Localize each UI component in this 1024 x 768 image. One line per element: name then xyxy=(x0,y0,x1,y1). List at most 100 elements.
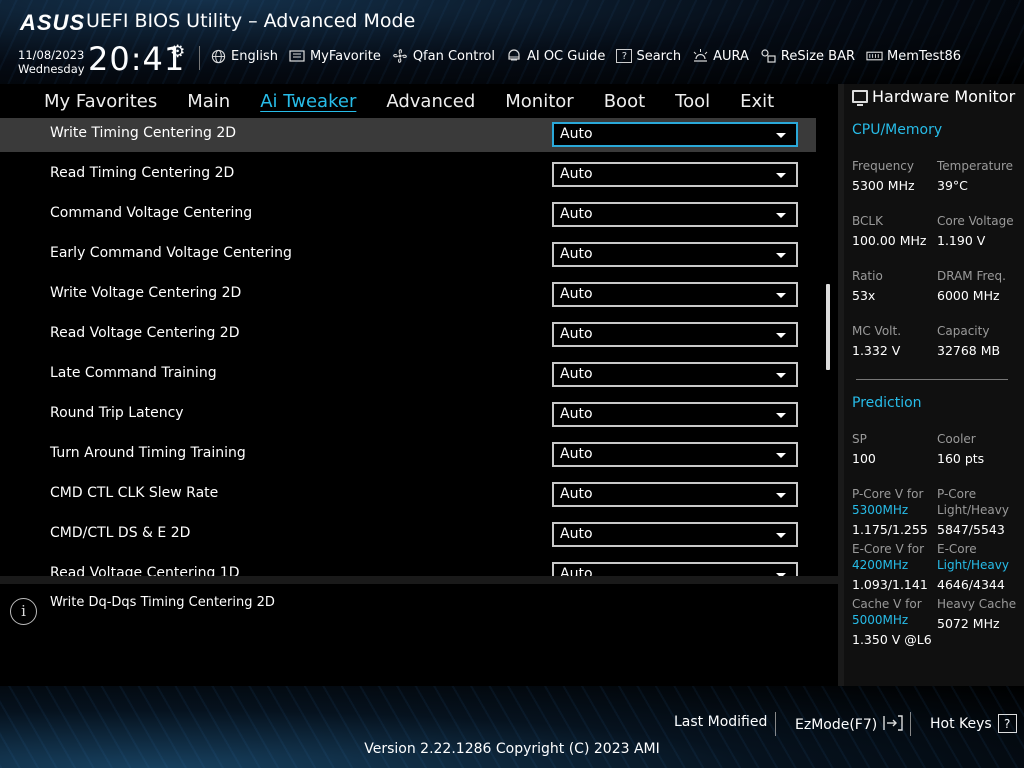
cooler-label: Cooler xyxy=(937,432,976,446)
setting-dropdown[interactable]: Auto xyxy=(552,362,798,387)
toolbar-memtest86[interactable]: MemTest86 xyxy=(866,48,961,65)
last-modified-button[interactable]: Last Modified xyxy=(674,714,767,730)
setting-row[interactable]: Early Command Voltage Centering Auto xyxy=(0,238,816,272)
setting-label: Early Command Voltage Centering xyxy=(50,245,292,261)
version-text: Version 2.22.1286 Copyright (C) 2023 AMI xyxy=(364,741,660,757)
caret-down-icon xyxy=(776,133,786,138)
setting-dropdown[interactable]: Auto xyxy=(552,522,798,547)
setting-row[interactable]: Write Voltage Centering 2D Auto xyxy=(0,278,816,312)
cache-v-label-text: Cache V for xyxy=(852,597,922,611)
footer-divider xyxy=(775,712,776,736)
toolbar-ai-oc-label: AI OC Guide xyxy=(526,48,606,64)
bclk-value: 100.00 MHz xyxy=(852,233,927,248)
top-header: ASUS UEFI BIOS Utility – Advanced Mode 1… xyxy=(0,0,1024,84)
dropdown-value: Auto xyxy=(560,406,593,422)
hot-keys-button[interactable]: Hot Keys ? xyxy=(930,714,1017,733)
memtest-icon xyxy=(866,48,883,65)
setting-row[interactable]: Read Voltage Centering 2D Auto xyxy=(0,318,816,352)
info-icon: i xyxy=(10,598,37,625)
setting-dropdown[interactable]: Auto xyxy=(552,202,798,227)
setting-row[interactable]: CMD CTL CLK Slew Rate Auto xyxy=(0,478,816,512)
toolbar-myfavorite-label: MyFavorite xyxy=(309,48,381,64)
dropdown-value: Auto xyxy=(560,246,593,262)
capacity-label: Capacity xyxy=(937,324,990,338)
setting-row[interactable]: Command Voltage Centering Auto xyxy=(0,198,816,232)
setting-dropdown[interactable]: Auto xyxy=(552,482,798,507)
toolbar-search[interactable]: ? Search xyxy=(616,49,681,64)
dram-freq-label: DRAM Freq. xyxy=(937,269,1006,283)
gear-icon[interactable]: ⚙ xyxy=(170,42,185,62)
setting-dropdown[interactable]: Auto xyxy=(552,442,798,467)
toolbar-resize-bar[interactable]: ReSize BAR xyxy=(760,48,855,65)
toolbar-myfavorite[interactable]: MyFavorite xyxy=(289,48,381,65)
pcore-v-value: 1.175/1.255 xyxy=(852,522,928,537)
ezmode-button[interactable]: EzMode(F7) xyxy=(795,714,903,736)
setting-row[interactable]: Late Command Training Auto xyxy=(0,358,816,392)
frequency-value: 5300 MHz xyxy=(852,178,915,193)
settings-list: Write Timing Centering 2D Auto Read Timi… xyxy=(0,118,838,576)
ecore-v-freq: 4200MHz xyxy=(852,558,909,572)
tab-tool[interactable]: Tool xyxy=(675,91,710,112)
setting-label: CMD CTL CLK Slew Rate xyxy=(50,485,219,501)
cpu-memory-title: CPU/Memory xyxy=(852,122,943,138)
setting-dropdown[interactable]: Auto xyxy=(552,402,798,427)
pcore-v-freq: 5300MHz xyxy=(852,503,909,517)
setting-label: Write Timing Centering 2D xyxy=(50,125,237,141)
tab-advanced[interactable]: Advanced xyxy=(386,91,475,112)
ecore-v-label-text: E-Core V for xyxy=(852,542,925,556)
app-title: UEFI BIOS Utility – Advanced Mode xyxy=(86,10,416,32)
setting-dropdown[interactable]: Auto xyxy=(552,242,798,267)
footer-divider xyxy=(910,712,911,736)
caret-down-icon xyxy=(776,213,786,218)
setting-dropdown[interactable]: Auto xyxy=(552,162,798,187)
main-nav: My Favorites Main Ai Tweaker Advanced Mo… xyxy=(0,84,838,118)
asus-logo: ASUS xyxy=(20,10,86,35)
toolbar-memtest86-label: MemTest86 xyxy=(887,48,962,64)
cache-v-label: Cache V for 5000MHz xyxy=(852,596,922,628)
setting-dropdown[interactable]: Auto xyxy=(552,562,798,576)
ratio-value: 53x xyxy=(852,288,876,303)
toolbar-qfan-control[interactable]: Qfan Control xyxy=(392,48,495,65)
caret-down-icon xyxy=(776,493,786,498)
caret-down-icon xyxy=(776,413,786,418)
setting-dropdown[interactable]: Auto xyxy=(552,322,798,347)
setting-row[interactable]: Write Timing Centering 2D Auto xyxy=(0,118,816,152)
tab-ai-tweaker[interactable]: Ai Tweaker xyxy=(260,91,356,112)
scrollbar-thumb[interactable] xyxy=(826,284,830,370)
tab-my-favorites[interactable]: My Favorites xyxy=(44,91,157,112)
tab-main[interactable]: Main xyxy=(187,91,230,112)
setting-row[interactable]: Turn Around Timing Training Auto xyxy=(0,438,816,472)
dropdown-value: Auto xyxy=(560,286,593,302)
caret-down-icon xyxy=(776,253,786,258)
setting-row[interactable]: Read Timing Centering 2D Auto xyxy=(0,158,816,192)
resize-bar-icon xyxy=(760,48,777,65)
setting-dropdown[interactable]: Auto xyxy=(552,282,798,307)
temperature-value: 39°C xyxy=(937,178,968,193)
ezmode-label: EzMode(F7) xyxy=(795,717,878,733)
toolbar-ai-oc-guide[interactable]: AI OC Guide xyxy=(506,48,605,65)
setting-row[interactable]: Read Voltage Centering 1D Auto xyxy=(0,558,816,576)
core-voltage-label: Core Voltage xyxy=(937,214,1014,228)
ecore-v-value: 1.093/1.141 xyxy=(852,577,928,592)
setting-row[interactable]: Round Trip Latency Auto xyxy=(0,398,816,432)
dropdown-value: Auto xyxy=(560,126,593,142)
globe-icon xyxy=(210,48,227,65)
setting-dropdown[interactable]: Auto xyxy=(552,122,798,147)
help-key-icon: ? xyxy=(997,714,1017,733)
cooler-value: 160 pts xyxy=(937,451,985,466)
toolbar-english[interactable]: English xyxy=(210,48,278,65)
ecore-lh-label: E-Core Light/Heavy xyxy=(937,541,1009,573)
toolbar-aura[interactable]: AURA xyxy=(692,48,749,65)
dropdown-value: Auto xyxy=(560,366,593,382)
tab-boot[interactable]: Boot xyxy=(604,91,645,112)
ai-oc-icon xyxy=(506,48,523,65)
setting-row[interactable]: CMD/CTL DS & E 2D Auto xyxy=(0,518,816,552)
ecore-lh-label-1: E-Core xyxy=(937,542,977,556)
tab-monitor[interactable]: Monitor xyxy=(505,91,573,112)
pcore-lh-label-2: Light/Heavy xyxy=(937,503,1009,517)
caret-down-icon xyxy=(776,373,786,378)
sp-label: SP xyxy=(852,432,867,446)
heavy-cache-value: 5072 MHz xyxy=(937,616,1000,631)
pcore-lh-label-1: P-Core xyxy=(937,487,977,501)
tab-exit[interactable]: Exit xyxy=(740,91,774,112)
